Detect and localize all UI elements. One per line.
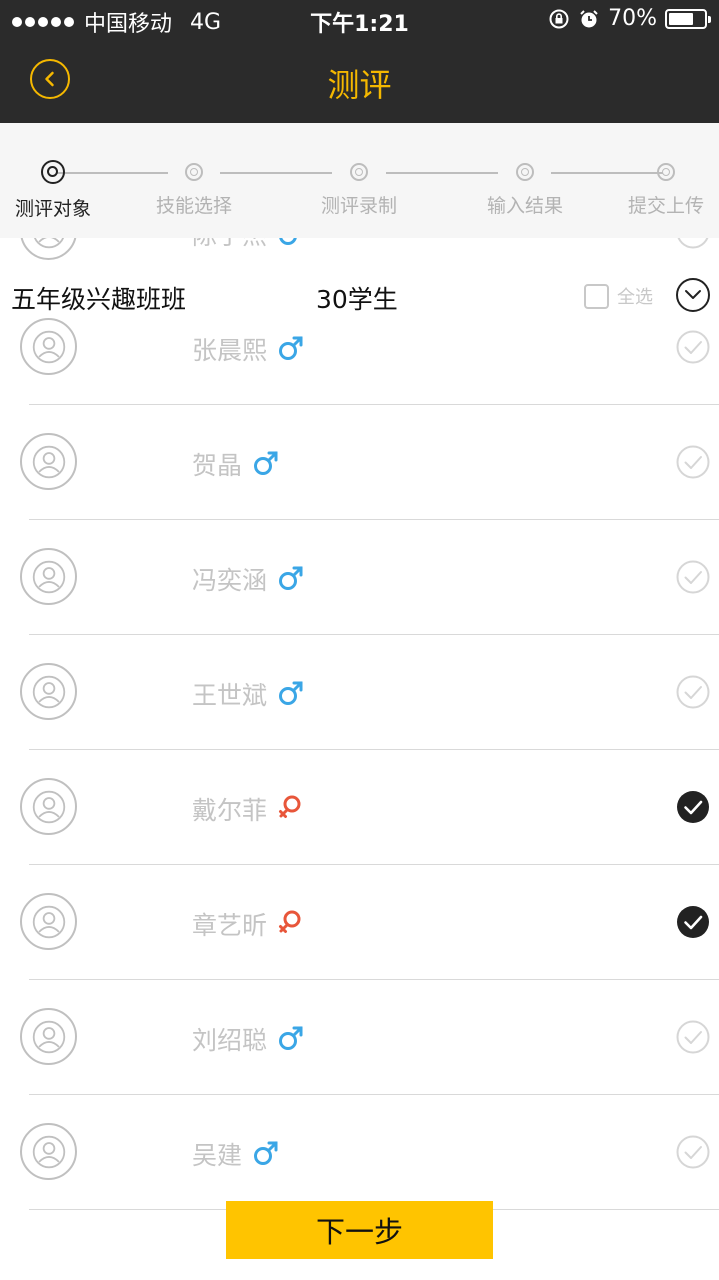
step-skill-selection[interactable]: 技能选择 xyxy=(129,160,259,218)
step-inactive-icon xyxy=(657,163,675,181)
list-item[interactable]: 章艺昕 xyxy=(0,865,719,980)
female-icon xyxy=(277,909,305,937)
list-item[interactable]: 张晨熙 xyxy=(0,290,719,405)
avatar xyxy=(20,1123,77,1180)
list-item[interactable]: 刘绍聪 xyxy=(0,980,719,1095)
step-input-results[interactable]: 输入结果 xyxy=(460,160,590,218)
avatar xyxy=(20,548,77,605)
student-name: 张晨熙 xyxy=(192,336,268,365)
avatar xyxy=(20,433,77,490)
student-list: 张晨熙贺晶冯奕涵王世斌戴尔菲章艺昕刘绍聪吴建 xyxy=(0,290,719,1210)
list-item[interactable]: 戴尔菲 xyxy=(0,750,719,865)
unchecked-icon[interactable] xyxy=(676,560,710,594)
checked-icon[interactable] xyxy=(676,790,710,824)
checked-icon[interactable] xyxy=(676,905,710,939)
unchecked-icon[interactable] xyxy=(676,1135,710,1169)
student-name: 章艺昕 xyxy=(192,911,268,940)
list-item[interactable]: 王世斌 xyxy=(0,635,719,750)
student-name: 戴尔菲 xyxy=(192,796,268,825)
unchecked-icon[interactable] xyxy=(676,1020,710,1054)
male-icon xyxy=(277,564,305,592)
student-name: 刘绍聪 xyxy=(192,1026,268,1055)
page-title: 测评 xyxy=(327,66,392,104)
step-inactive-icon xyxy=(350,163,368,181)
student-name: 冯奕涵 xyxy=(192,566,268,595)
male-icon xyxy=(277,1024,305,1052)
avatar xyxy=(20,318,77,375)
student-name: 吴建 xyxy=(192,1141,243,1170)
unchecked-icon[interactable] xyxy=(676,445,710,479)
step-submit-upload[interactable]: 提交上传 xyxy=(601,160,719,218)
top-bar: 中国移动 4G 下午1:21 70% 测评 xyxy=(0,0,719,123)
avatar xyxy=(20,1008,77,1065)
step-inactive-icon xyxy=(185,163,203,181)
avatar xyxy=(20,778,77,835)
progress-steps: 测评对象 技能选择 测评录制 输入结果 提交上传 xyxy=(0,123,719,238)
female-icon xyxy=(277,794,305,822)
unchecked-icon[interactable] xyxy=(676,675,710,709)
avatar xyxy=(20,893,77,950)
rotation-lock-icon xyxy=(549,9,569,28)
list-item[interactable]: 贺晶 xyxy=(0,405,719,520)
student-name: 王世斌 xyxy=(192,681,268,710)
alarm-icon xyxy=(580,9,598,27)
status-bar: 中国移动 4G 下午1:21 70% xyxy=(0,0,719,40)
unchecked-icon[interactable] xyxy=(676,330,710,364)
male-icon xyxy=(277,679,305,707)
list-item[interactable]: 吴建 xyxy=(0,1095,719,1210)
student-name: 贺晶 xyxy=(192,451,243,480)
list-item[interactable]: 冯奕涵 xyxy=(0,520,719,635)
step-recording[interactable]: 测评录制 xyxy=(294,160,424,218)
battery-icon xyxy=(665,8,711,29)
male-icon xyxy=(252,1139,280,1167)
battery-percent: 70% xyxy=(608,6,657,31)
step-active-icon xyxy=(41,160,65,184)
male-icon xyxy=(252,449,280,477)
next-step-button[interactable]: 下一步 xyxy=(226,1201,493,1259)
step-assessment-target[interactable]: 测评对象 xyxy=(0,160,118,221)
avatar xyxy=(20,663,77,720)
step-inactive-icon xyxy=(516,163,534,181)
male-icon xyxy=(277,334,305,362)
